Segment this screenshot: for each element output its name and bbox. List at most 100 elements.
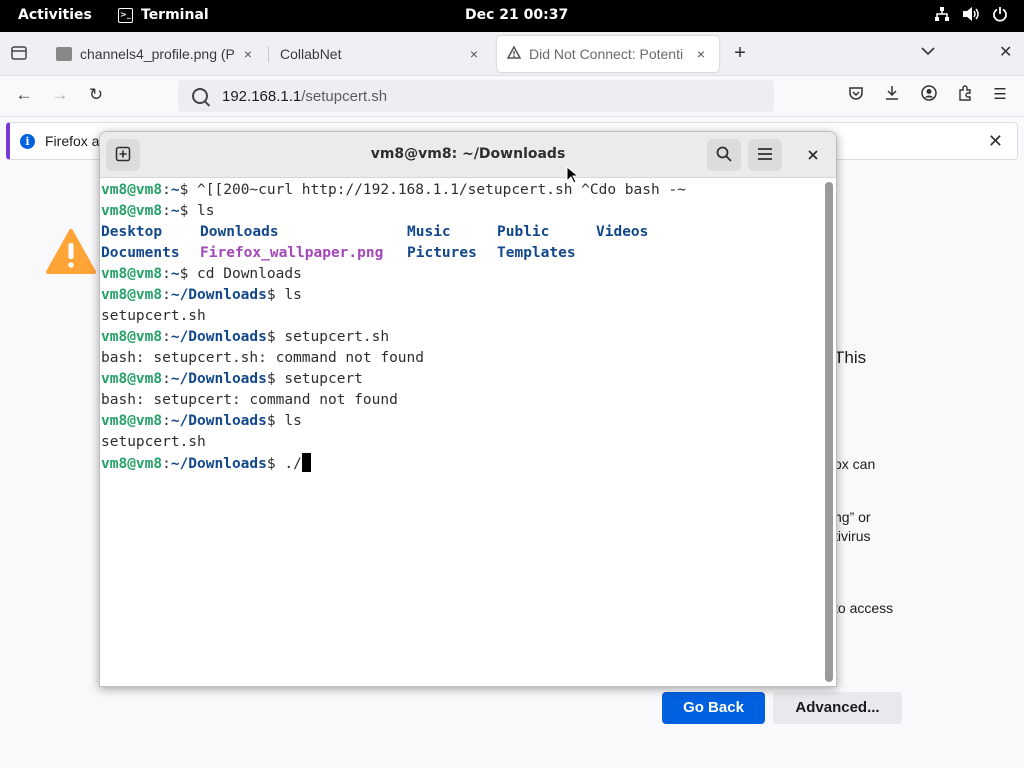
command-text: cd Downloads: [188, 266, 302, 282]
tab-collabnet[interactable]: CollabNet ×: [270, 36, 492, 72]
error-text-fragment: tivirus: [834, 528, 871, 544]
forward-arrow-icon[interactable]: →: [50, 85, 70, 105]
terminal-output-line: setupcert.sh: [101, 308, 206, 324]
prompt-user: vm8@vm8: [101, 371, 163, 387]
hamburger-menu-icon[interactable]: ☰: [990, 85, 1010, 105]
terminal-line: vm8@vm8:~$ cd Downloads: [101, 266, 302, 282]
error-text-fragment: to access: [834, 600, 894, 616]
prompt-path: ~: [170, 203, 180, 219]
account-icon[interactable]: [919, 85, 939, 105]
activities-button[interactable]: Activities: [18, 7, 92, 23]
prompt-path: ~/Downloads: [170, 371, 267, 387]
warning-icon: [506, 45, 522, 62]
ls-entry: [596, 243, 676, 264]
ls-output-row: Desktop Downloads Music Public Videos: [101, 222, 821, 243]
command-text: ls: [188, 203, 215, 219]
terminal-line: vm8@vm8:~$ ^[[200~curl http://192.168.1.…: [101, 182, 686, 198]
command-text: setupcert: [275, 371, 363, 387]
tab-strip: channels4_profile.png (P × CollabNet × D…: [0, 32, 1024, 76]
tab-list-icon[interactable]: [10, 44, 28, 62]
chevron-down-icon[interactable]: [921, 43, 935, 59]
terminal-line: vm8@vm8:~/Downloads$ ls: [101, 287, 302, 303]
terminal-output[interactable]: vm8@vm8:~$ ^[[200~curl http://192.168.1.…: [101, 180, 821, 686]
tab-separator: [268, 46, 269, 62]
pocket-icon[interactable]: [846, 85, 866, 105]
navigation-toolbar: ← → ↻ 192.168.1.1/setupcert.sh ☰: [0, 76, 1024, 117]
close-button[interactable]: [796, 139, 830, 171]
prompt-user: vm8@vm8: [101, 413, 163, 429]
terminal-window[interactable]: vm8@vm8: ~/Downloads vm8@vm8:~$ ^[[200~c…: [99, 131, 837, 687]
tab-close-icon[interactable]: ×: [693, 46, 709, 62]
prompt-path: ~: [170, 266, 180, 282]
ls-entry: Desktop: [101, 224, 163, 240]
image-file-icon: [56, 47, 72, 61]
advanced-button[interactable]: Advanced...: [773, 692, 902, 724]
app-menu[interactable]: >_ Terminal: [118, 7, 209, 23]
mouse-pointer-icon: [566, 165, 580, 184]
ls-entry: Music: [407, 224, 451, 240]
search-icon: [192, 88, 208, 104]
tab-title: CollabNet: [280, 46, 342, 62]
prompt-path: ~: [170, 182, 180, 198]
power-icon[interactable]: [992, 6, 1008, 26]
error-text-fragment: ng” or: [834, 509, 871, 525]
back-arrow-icon[interactable]: ←: [14, 85, 34, 105]
go-back-button[interactable]: Go Back: [662, 692, 765, 724]
url-bar[interactable]: 192.168.1.1/setupcert.sh: [178, 80, 774, 112]
prompt-path: ~/Downloads: [170, 287, 267, 303]
ls-entry: Downloads: [200, 224, 279, 240]
terminal-line: vm8@vm8:~$ ls: [101, 203, 215, 219]
tab-close-icon[interactable]: ×: [240, 46, 256, 62]
command-text: ls: [275, 413, 302, 429]
menu-button[interactable]: [748, 139, 782, 171]
search-button[interactable]: [707, 139, 741, 171]
terminal-line: vm8@vm8:~/Downloads$ setupcert: [101, 371, 363, 387]
window-close-icon[interactable]: ✕: [999, 42, 1012, 62]
command-input[interactable]: ./: [276, 456, 301, 472]
terminal-headerbar[interactable]: vm8@vm8: ~/Downloads: [100, 132, 836, 178]
ls-output-row: Documents Firefox_wallpaper.png Pictures…: [101, 243, 821, 264]
error-heading-fragment: This: [834, 348, 867, 367]
terminal-line[interactable]: vm8@vm8:~/Downloads$ ./: [101, 453, 821, 474]
terminal-output-line: bash: setupcert: command not found: [101, 392, 398, 408]
prompt-user: vm8@vm8: [101, 287, 163, 303]
terminal-scrollbar[interactable]: [825, 182, 833, 682]
volume-icon[interactable]: [962, 6, 980, 26]
network-icon[interactable]: [934, 6, 950, 26]
url-host: 192.168.1.1: [222, 87, 302, 105]
error-text-fragment: ox can: [834, 456, 876, 472]
download-icon[interactable]: [882, 85, 902, 105]
app-name: Terminal: [141, 7, 209, 23]
tab-did-not-connect[interactable]: Did Not Connect: Potenti ×: [497, 36, 719, 72]
prompt-path: ~/Downloads: [170, 413, 267, 429]
info-icon: i: [20, 133, 35, 149]
gnome-top-bar: Activities >_ Terminal Dec 21 00:37: [0, 0, 1024, 32]
tab-close-icon[interactable]: ×: [466, 46, 482, 62]
command-text: ^[[200~curl http://192.168.1.1/setupcert…: [188, 182, 686, 198]
system-tray[interactable]: [934, 6, 1008, 26]
terminal-icon: >_: [118, 7, 133, 23]
prompt-user: vm8@vm8: [101, 203, 163, 219]
tab-title: channels4_profile.png (P: [80, 46, 235, 62]
reload-icon[interactable]: ↻: [86, 85, 106, 105]
prompt-user: vm8@vm8: [101, 182, 163, 198]
extensions-icon[interactable]: [955, 85, 975, 105]
ls-entry: Videos: [596, 224, 649, 240]
ls-entry: Documents: [101, 245, 180, 261]
ls-entry: Public: [497, 224, 550, 240]
warning-icon: [46, 228, 96, 276]
new-tab-icon[interactable]: +: [730, 42, 750, 65]
terminal-line: vm8@vm8:~/Downloads$ setupcert.sh: [101, 329, 390, 345]
close-icon[interactable]: ✕: [988, 131, 1003, 152]
ls-entry: Templates: [497, 245, 576, 261]
terminal-line: vm8@vm8:~/Downloads$ ls: [101, 413, 302, 429]
prompt-user: vm8@vm8: [101, 456, 163, 472]
clock[interactable]: Dec 21 00:37: [465, 7, 568, 23]
command-text: setupcert.sh: [275, 329, 390, 345]
prompt-user: vm8@vm8: [101, 329, 163, 345]
ls-entry: Pictures: [407, 245, 477, 261]
url-path: /setupcert.sh: [301, 87, 388, 105]
tab-channels-profile[interactable]: channels4_profile.png (P ×: [46, 36, 266, 72]
terminal-output-line: bash: setupcert.sh: command not found: [101, 350, 425, 366]
ls-entry: Firefox_wallpaper.png: [200, 245, 384, 261]
